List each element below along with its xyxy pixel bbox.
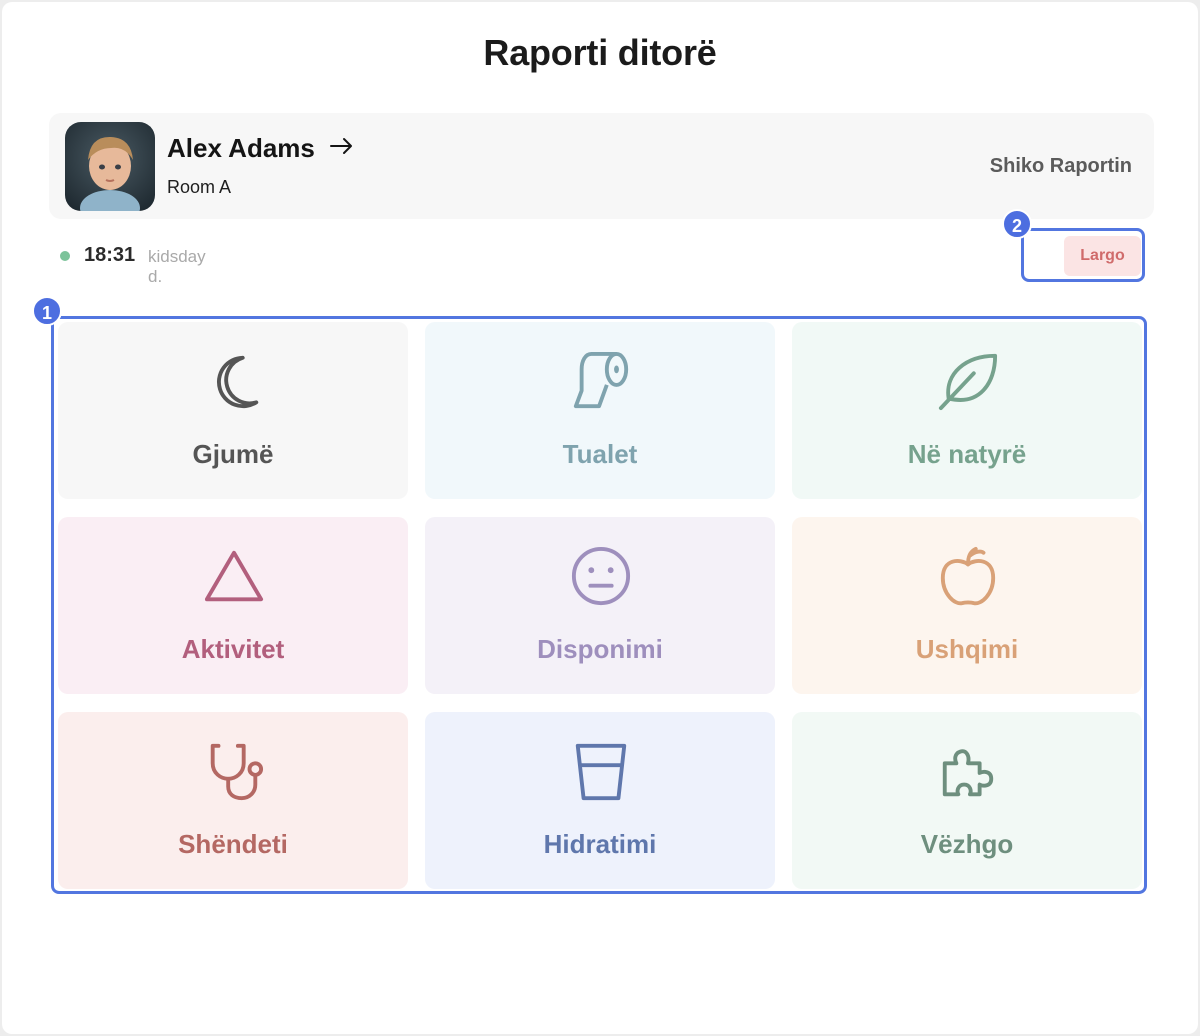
- tile-label: Tualet: [562, 439, 638, 469]
- child-room: Room A: [167, 177, 232, 197]
- tile-tualet[interactable]: Tualet: [425, 322, 775, 499]
- tile-aktivitet[interactable]: Aktivitet: [58, 517, 408, 694]
- puzzle-icon: [942, 749, 994, 797]
- neutral-face-icon: [571, 546, 631, 606]
- child-name[interactable]: Alex Adams: [167, 133, 315, 164]
- arrow-right-icon[interactable]: [329, 136, 355, 156]
- view-report-link[interactable]: Shiko Raportin: [990, 155, 1132, 178]
- tile-label: Në natyrë: [907, 439, 1027, 469]
- child-avatar[interactable]: [65, 122, 155, 211]
- tile-hidratimi[interactable]: Hidratimi: [425, 712, 775, 889]
- tile-ushqimi[interactable]: Ushqimi: [792, 517, 1142, 694]
- tile-label: Hidratimi: [543, 829, 657, 859]
- glass-icon: [575, 743, 627, 801]
- tile-gjume[interactable]: Gjumë: [58, 322, 408, 499]
- tile-label: Shëndeti: [178, 829, 288, 859]
- step-marker-2: 2: [1002, 209, 1032, 239]
- leaf-icon: [938, 353, 998, 411]
- status-dot: [60, 251, 70, 261]
- triangle-icon: [204, 550, 264, 602]
- largo-button[interactable]: Largo: [1064, 236, 1141, 276]
- tile-label: Vëzhgo: [920, 829, 1014, 859]
- tile-label: Disponimi: [537, 634, 663, 664]
- tile-ne-natyre[interactable]: Në natyrë: [792, 322, 1142, 499]
- page-title: Raporti ditorë: [483, 32, 717, 73]
- tile-vezhgo[interactable]: Vëzhgo: [792, 712, 1142, 889]
- toilet-paper-icon: [573, 351, 629, 409]
- tile-shendeti[interactable]: Shëndeti: [58, 712, 408, 889]
- tile-disponimi[interactable]: Disponimi: [425, 517, 775, 694]
- status-time: 18:31: [84, 244, 136, 266]
- moon-icon: [217, 355, 259, 409]
- tile-label: Gjumë: [192, 439, 274, 469]
- step-marker-1: 1: [32, 296, 62, 326]
- tile-label: Aktivitet: [181, 634, 285, 664]
- daily-report-window: Raporti ditorë Alex Adams Room A Shiko R…: [2, 2, 1198, 1034]
- stethoscope-icon: [210, 743, 264, 801]
- child-card[interactable]: Alex Adams Room A Shiko Raportin: [49, 113, 1154, 219]
- apple-icon: [940, 546, 996, 606]
- status-label: kidsday d.: [148, 247, 206, 286]
- tile-label: Ushqimi: [915, 634, 1019, 664]
